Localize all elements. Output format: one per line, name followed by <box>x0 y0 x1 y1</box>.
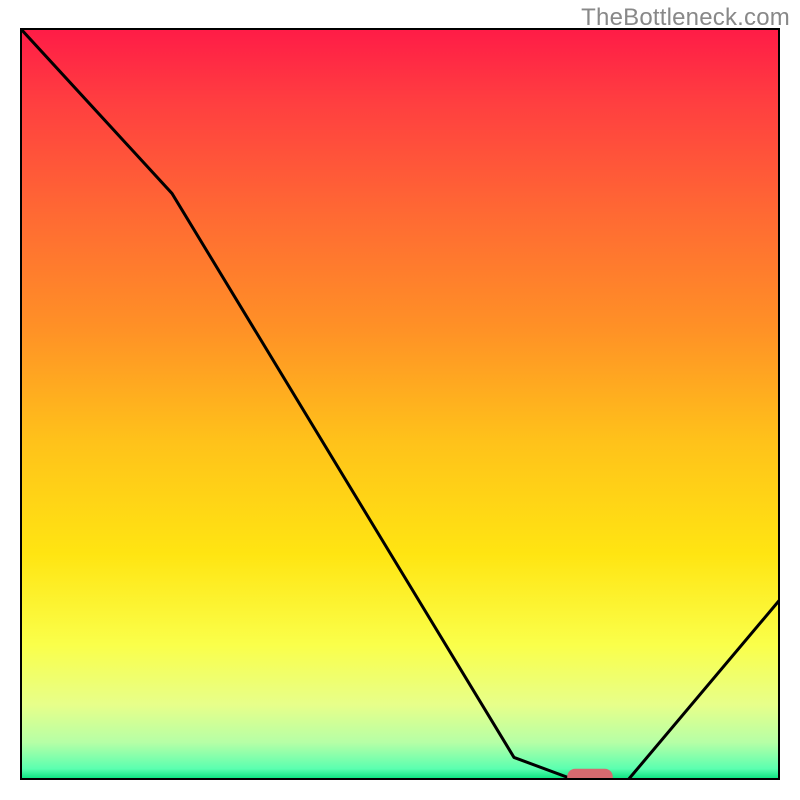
bottleneck-chart <box>20 28 780 780</box>
gradient-background <box>20 28 780 780</box>
plot-area <box>20 28 780 780</box>
chart-container: TheBottleneck.com <box>0 0 800 800</box>
watermark-text: TheBottleneck.com <box>581 4 790 32</box>
